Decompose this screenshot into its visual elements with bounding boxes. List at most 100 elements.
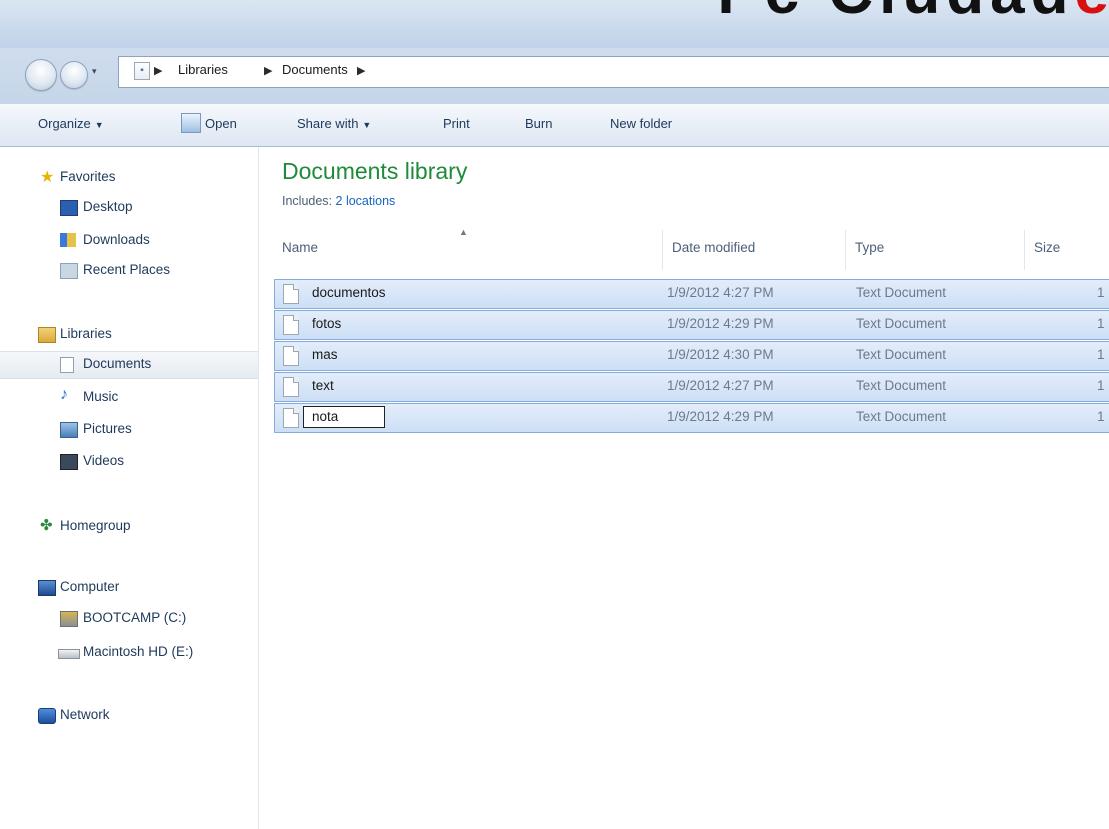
file-size: 1 [1097, 378, 1105, 393]
nav-label: Downloads [83, 232, 150, 247]
nav-label: Macintosh HD (E:) [83, 644, 194, 659]
rename-input[interactable]: nota [303, 406, 385, 428]
file-name: text [312, 378, 334, 393]
caret-down-icon: ▼ [94, 120, 104, 130]
forward-button[interactable] [60, 61, 88, 89]
file-date: 1/9/2012 4:30 PM [667, 347, 774, 362]
file-type: Text Document [856, 378, 947, 393]
recent-pages-chevron-icon[interactable]: ▾ [92, 66, 97, 77]
includes-label: Includes: [282, 194, 333, 208]
print-button[interactable]: Print [443, 116, 470, 131]
text-file-icon [283, 315, 299, 335]
nav-downloads[interactable]: Downloads [0, 228, 258, 254]
column-divider[interactable] [662, 230, 663, 270]
nav-libraries[interactable]: Libraries [0, 322, 258, 348]
column-header-size[interactable]: Size [1034, 240, 1060, 255]
nav-label: Desktop [83, 199, 133, 214]
column-divider[interactable] [845, 230, 846, 270]
column-divider[interactable] [1024, 230, 1025, 270]
file-date: 1/9/2012 4:29 PM [667, 409, 774, 424]
library-icon: ▪ [134, 62, 150, 80]
file-row[interactable]: text 1/9/2012 4:27 PM Text Document 1 [274, 372, 1109, 402]
drive-icon [58, 649, 80, 659]
file-size: 1 [1097, 347, 1105, 362]
file-type: Text Document [856, 285, 947, 300]
computer-icon [38, 580, 56, 596]
breadcrumb-documents[interactable]: Documents [282, 62, 348, 77]
nav-label: Pictures [83, 421, 132, 436]
file-type: Text Document [856, 409, 947, 424]
file-date: 1/9/2012 4:29 PM [667, 316, 774, 331]
text-file-icon [283, 408, 299, 428]
organize-button[interactable]: Organize ▼ [38, 116, 104, 131]
includes-line: Includes: 2 locations [282, 194, 395, 208]
star-icon: ★ [40, 169, 55, 186]
nav-label: Homegroup [60, 518, 131, 533]
nav-homegroup[interactable]: ✤ Homegroup [0, 514, 258, 540]
column-header-name[interactable]: Name [282, 240, 318, 255]
nav-computer[interactable]: Computer [0, 575, 258, 601]
file-type: Text Document [856, 347, 947, 362]
chevron-right-icon[interactable]: ▶ [357, 64, 365, 77]
videos-icon [60, 454, 78, 470]
file-type: Text Document [856, 316, 947, 331]
nav-documents[interactable]: Documents [0, 351, 258, 379]
text-file-icon [283, 284, 299, 304]
music-icon: ♪ [60, 386, 68, 403]
column-header-date[interactable]: Date modified [672, 240, 755, 255]
nav-label: Computer [60, 579, 120, 594]
file-name: mas [312, 347, 338, 362]
burn-button[interactable]: Burn [525, 116, 552, 131]
nav-label: Recent Places [83, 262, 171, 277]
nav-label: Favorites [60, 169, 116, 184]
chevron-right-icon[interactable]: ▶ [154, 64, 162, 77]
nav-network[interactable]: Network [0, 703, 258, 729]
library-title: Documents library [282, 158, 468, 184]
file-row[interactable]: nota 1/9/2012 4:29 PM Text Document 1 [274, 403, 1109, 433]
breadcrumb-libraries[interactable]: Libraries [178, 62, 228, 77]
file-row[interactable]: documentos 1/9/2012 4:27 PM Text Documen… [274, 279, 1109, 309]
nav-bootcamp-drive[interactable]: BOOTCAMP (C:) [0, 606, 258, 632]
nav-label: Libraries [60, 326, 112, 341]
nav-label: Music [83, 389, 119, 404]
file-date: 1/9/2012 4:27 PM [667, 378, 774, 393]
caret-down-icon: ▼ [362, 120, 372, 130]
file-row[interactable]: mas 1/9/2012 4:30 PM Text Document 1 [274, 341, 1109, 371]
file-name: documentos [312, 285, 386, 300]
nav-recent-places[interactable]: Recent Places [0, 258, 258, 284]
recent-places-icon [60, 263, 78, 279]
nav-label: Documents [83, 356, 152, 371]
open-icon [181, 113, 201, 133]
network-icon [38, 708, 56, 724]
homegroup-icon: ✤ [40, 517, 53, 534]
drive-icon [60, 611, 78, 627]
nav-music[interactable]: ♪ Music [0, 385, 258, 411]
pictures-icon [60, 422, 78, 438]
text-file-icon [283, 346, 299, 366]
libraries-icon [38, 327, 56, 343]
file-name: nota [312, 409, 339, 424]
share-with-button[interactable]: Share with ▼ [297, 116, 371, 131]
sort-up-icon: ▲ [459, 227, 468, 237]
new-folder-button[interactable]: New folder [610, 116, 672, 131]
back-button[interactable] [25, 59, 57, 91]
chevron-right-icon[interactable]: ▶ [264, 64, 272, 77]
file-size: 1 [1097, 409, 1105, 424]
text-file-icon [283, 377, 299, 397]
locations-link[interactable]: 2 locations [336, 194, 396, 208]
nav-label: BOOTCAMP (C:) [83, 610, 187, 625]
nav-desktop[interactable]: Desktop [0, 195, 258, 221]
nav-videos[interactable]: Videos [0, 449, 258, 475]
file-name: fotos [312, 316, 342, 331]
nav-favorites[interactable]: ★ Favorites [0, 165, 258, 191]
nav-macintosh-drive[interactable]: Macintosh HD (E:) [0, 640, 258, 666]
file-date: 1/9/2012 4:27 PM [667, 285, 774, 300]
command-bar [0, 104, 1109, 147]
file-row[interactable]: fotos 1/9/2012 4:29 PM Text Document 1 [274, 310, 1109, 340]
open-button[interactable]: Open [205, 116, 237, 131]
documents-icon [60, 357, 74, 373]
nav-pictures[interactable]: Pictures [0, 417, 258, 443]
downloads-icon [60, 233, 76, 247]
column-header-type[interactable]: Type [855, 240, 884, 255]
watermark: Pc Ciudade [717, 0, 1109, 16]
